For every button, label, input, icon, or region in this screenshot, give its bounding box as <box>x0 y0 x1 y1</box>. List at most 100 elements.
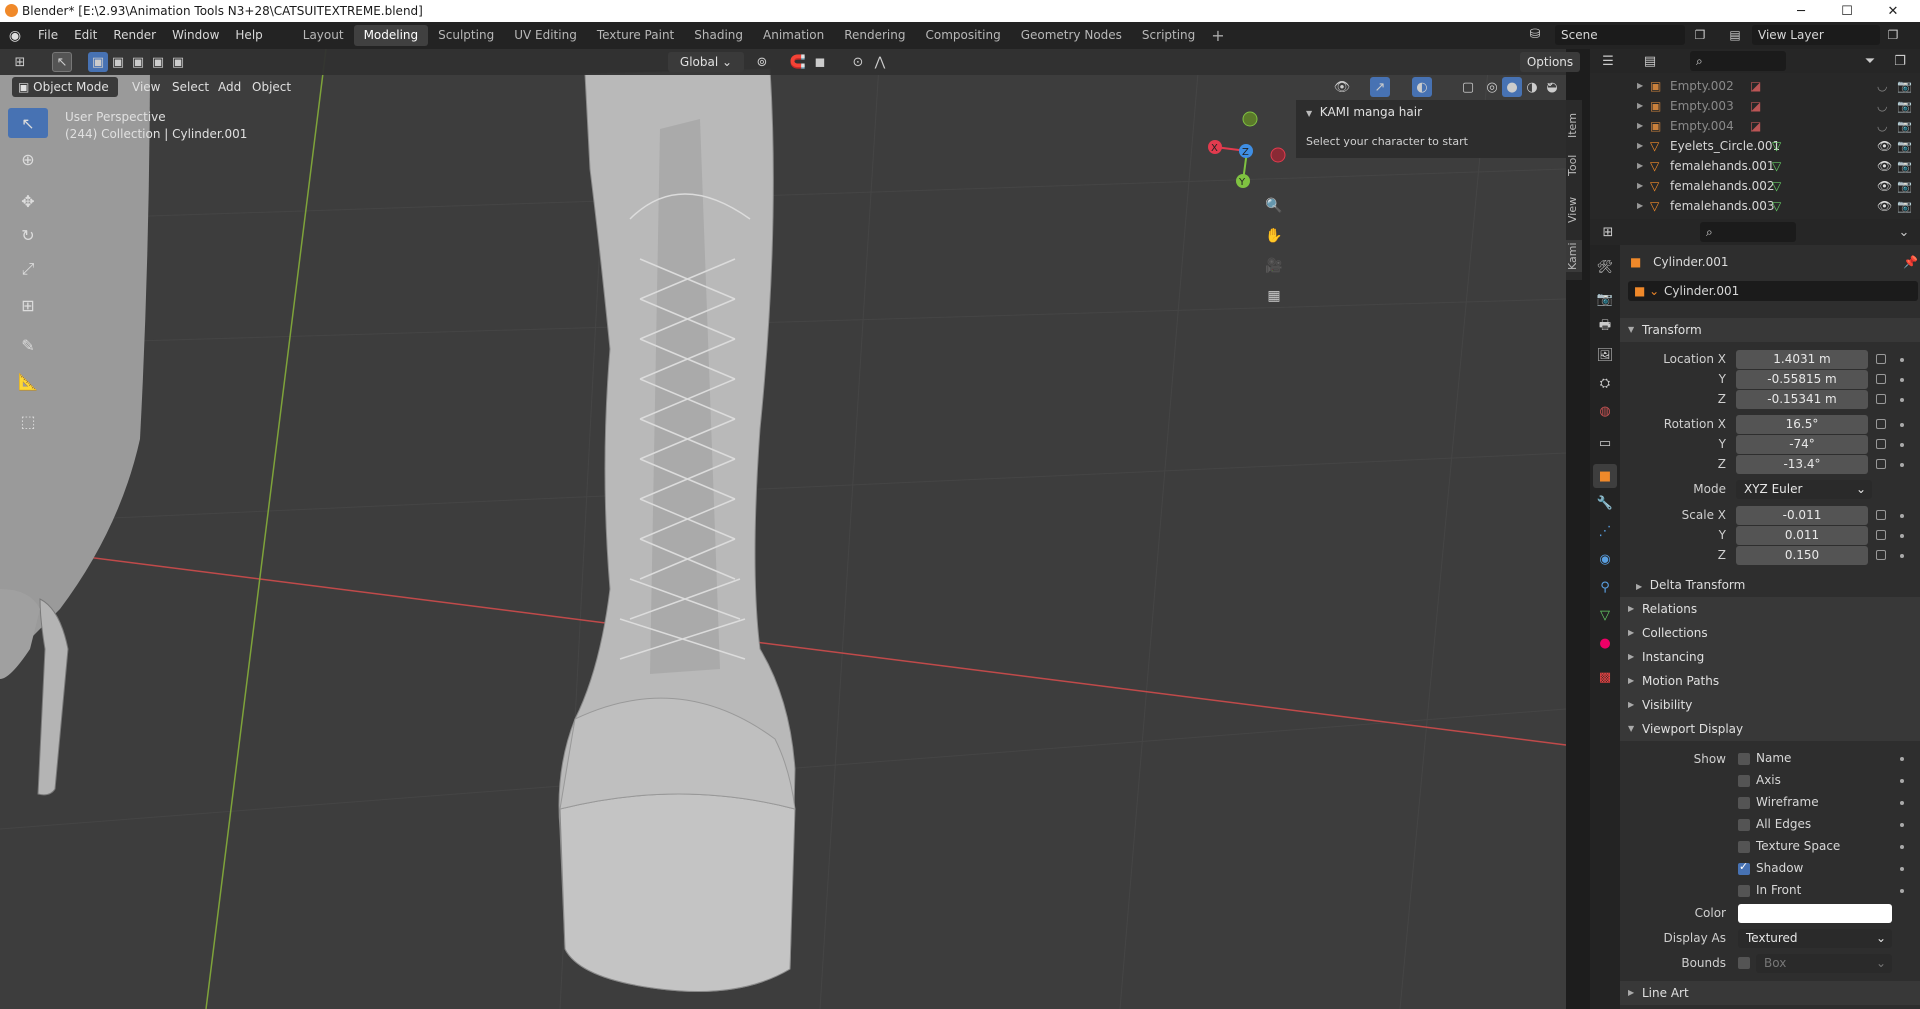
render-camera-icon[interactable]: 📷 <box>1897 176 1912 196</box>
visibility-eye-icon[interactable]: 👁 <box>1877 176 1892 196</box>
location-x-field[interactable]: 1.4031 m <box>1736 350 1868 369</box>
keyframe-dot-icon[interactable] <box>1900 398 1904 402</box>
tab-modeling[interactable]: Modeling <box>353 25 429 46</box>
sidebar-tab-view[interactable]: View <box>1566 195 1582 225</box>
snap-target-icon[interactable]: ◼ <box>810 52 830 72</box>
transform-section-header[interactable]: ▼ Transform <box>1620 318 1920 342</box>
menu-file[interactable]: File <box>30 22 66 49</box>
tab-texture-paint[interactable]: Texture Paint <box>587 25 684 46</box>
gizmo-toggle-icon[interactable]: ↗ <box>1370 77 1390 97</box>
xray-toggle-icon[interactable]: ▢ <box>1458 77 1478 97</box>
zoom-icon[interactable]: 🔍 <box>1264 196 1284 216</box>
tab-geometry-nodes[interactable]: Geometry Nodes <box>1011 25 1132 46</box>
expand-triangle-icon[interactable]: ▶ <box>1637 196 1643 216</box>
data-tab-icon[interactable]: ▽ <box>1593 603 1617 627</box>
tab-animation[interactable]: Animation <box>753 25 834 46</box>
add-workspace-icon[interactable]: + <box>1205 26 1230 45</box>
keyframe-dot-icon[interactable] <box>1900 358 1904 362</box>
outliner-row[interactable]: ▶ ▣ Empty.004 ◪ ◡ 📷 <box>1590 116 1920 136</box>
checkbox-name[interactable] <box>1738 753 1750 765</box>
snap-icon[interactable]: 🧲 <box>788 52 808 72</box>
menu-view[interactable]: View <box>132 80 160 94</box>
proportional-edit-icon[interactable]: ⊙ <box>848 52 868 72</box>
constraints-tab-icon[interactable]: ⚲ <box>1593 575 1617 599</box>
rotation-z-field[interactable]: -13.4° <box>1736 455 1868 474</box>
editor-type-icon[interactable]: ⊞ <box>10 52 30 72</box>
keyframe-dot-icon[interactable] <box>1900 423 1904 427</box>
rotate-tool-icon[interactable]: ↻ <box>8 220 48 250</box>
checkbox-all-edges[interactable] <box>1738 819 1750 831</box>
render-camera-icon[interactable]: 📷 <box>1897 76 1912 96</box>
lock-icon[interactable] <box>1876 510 1886 520</box>
render-camera-icon[interactable]: 📷 <box>1897 96 1912 116</box>
pan-hand-icon[interactable]: ✋ <box>1264 226 1284 246</box>
section-collections[interactable]: ▶ Collections <box>1620 621 1920 645</box>
checkbox-texture-space[interactable] <box>1738 841 1750 853</box>
keyframe-dot-icon[interactable] <box>1900 534 1904 538</box>
lock-icon[interactable] <box>1876 459 1886 469</box>
visibility-eye-icon[interactable]: 👁 <box>1877 136 1892 156</box>
menu-window[interactable]: Window <box>164 22 227 49</box>
camera-view-icon[interactable]: 🎥 <box>1264 256 1284 276</box>
render-camera-icon[interactable]: 📷 <box>1897 116 1912 136</box>
render-camera-icon[interactable]: 📷 <box>1897 196 1912 216</box>
transform-orientation-dropdown[interactable]: Global ⌄ <box>668 52 744 72</box>
add-cube-tool-icon[interactable]: ⬚ <box>8 406 48 436</box>
new-collection-icon[interactable]: ❐ <box>1890 51 1910 71</box>
visibility-icon[interactable]: 👁 <box>1332 77 1352 97</box>
scene-name-field[interactable]: Scene <box>1555 25 1685 45</box>
viewport-display-section-header[interactable]: ▼ Viewport Display <box>1620 717 1920 741</box>
properties-editor-type-icon[interactable]: ⊞ <box>1598 222 1618 242</box>
options-dropdown[interactable]: Options ⌄ <box>1520 52 1580 89</box>
object-color-swatch[interactable] <box>1738 904 1892 923</box>
move-tool-icon[interactable]: ✥ <box>8 186 48 216</box>
keyframe-dot-icon[interactable] <box>1900 463 1904 467</box>
location-z-field[interactable]: -0.15341 m <box>1736 390 1868 409</box>
new-scene-icon[interactable]: ❐ <box>1690 25 1710 45</box>
outliner-editor-type-icon[interactable]: ☰ <box>1598 51 1618 71</box>
expand-triangle-icon[interactable]: ▶ <box>1637 176 1643 196</box>
expand-triangle-icon[interactable]: ▶ <box>1637 116 1643 136</box>
expand-triangle-icon[interactable]: ▶ <box>1637 96 1643 116</box>
scale-z-field[interactable]: 0.150 <box>1736 546 1868 565</box>
select-tool-mode-icon[interactable]: ↖ <box>52 52 72 72</box>
scale-x-field[interactable]: -0.011 <box>1736 506 1868 525</box>
pin-icon[interactable]: 📌 <box>1903 255 1918 269</box>
visibility-eye-icon[interactable]: ◡ <box>1877 116 1887 136</box>
section-instancing[interactable]: ▶ Instancing <box>1620 645 1920 669</box>
lock-icon[interactable] <box>1876 550 1886 560</box>
texture-tab-icon[interactable]: ▩ <box>1593 665 1617 689</box>
keyframe-dot-icon[interactable] <box>1900 378 1904 382</box>
physics-tab-icon[interactable]: ◉ <box>1593 547 1617 571</box>
render-camera-icon[interactable]: 📷 <box>1897 156 1912 176</box>
outliner-row[interactable]: ▶ ▣ Empty.003 ◪ ◡ 📷 <box>1590 96 1920 116</box>
delta-transform-subpanel[interactable]: ▶ Delta Transform <box>1636 578 1745 592</box>
material-shading-icon[interactable]: ◑ <box>1522 77 1542 97</box>
lock-icon[interactable] <box>1876 354 1886 364</box>
tab-compositing[interactable]: Compositing <box>915 25 1010 46</box>
checkbox-shadow[interactable] <box>1738 860 1750 875</box>
scene-tab-icon[interactable]: ⛭ <box>1593 371 1617 395</box>
tool-tab-icon[interactable]: 🛠 <box>1593 255 1617 279</box>
menu-select[interactable]: Select <box>172 80 209 94</box>
particles-tab-icon[interactable]: ⋰ <box>1593 519 1617 543</box>
scale-y-field[interactable]: 0.011 <box>1736 526 1868 545</box>
wireframe-shading-icon[interactable]: ◎ <box>1482 77 1502 97</box>
annotate-tool-icon[interactable]: ✎ <box>8 330 48 360</box>
falloff-icon[interactable]: ⋀ <box>870 52 890 72</box>
select-box-tool-icon[interactable]: ↖ <box>8 108 48 138</box>
checkbox-axis[interactable] <box>1738 775 1750 787</box>
checkbox-in-front[interactable] <box>1738 885 1750 897</box>
kami-panel-header[interactable]: ▼ KAMI manga hair <box>1306 105 1422 119</box>
keyframe-dot-icon[interactable] <box>1900 514 1904 518</box>
menu-edit[interactable]: Edit <box>66 22 105 49</box>
expand-triangle-icon[interactable]: ▶ <box>1637 76 1643 96</box>
bounds-checkbox[interactable] <box>1738 957 1750 969</box>
tab-rendering[interactable]: Rendering <box>834 25 915 46</box>
display-as-dropdown[interactable]: Textured ⌄ <box>1738 929 1892 948</box>
expand-triangle-icon[interactable]: ▶ <box>1637 156 1643 176</box>
select-intersect-icon[interactable]: ▣ <box>148 52 168 72</box>
tab-shading[interactable]: Shading <box>684 25 753 46</box>
render-camera-icon[interactable]: 📷 <box>1897 136 1912 156</box>
close-button[interactable]: ✕ <box>1870 0 1916 22</box>
